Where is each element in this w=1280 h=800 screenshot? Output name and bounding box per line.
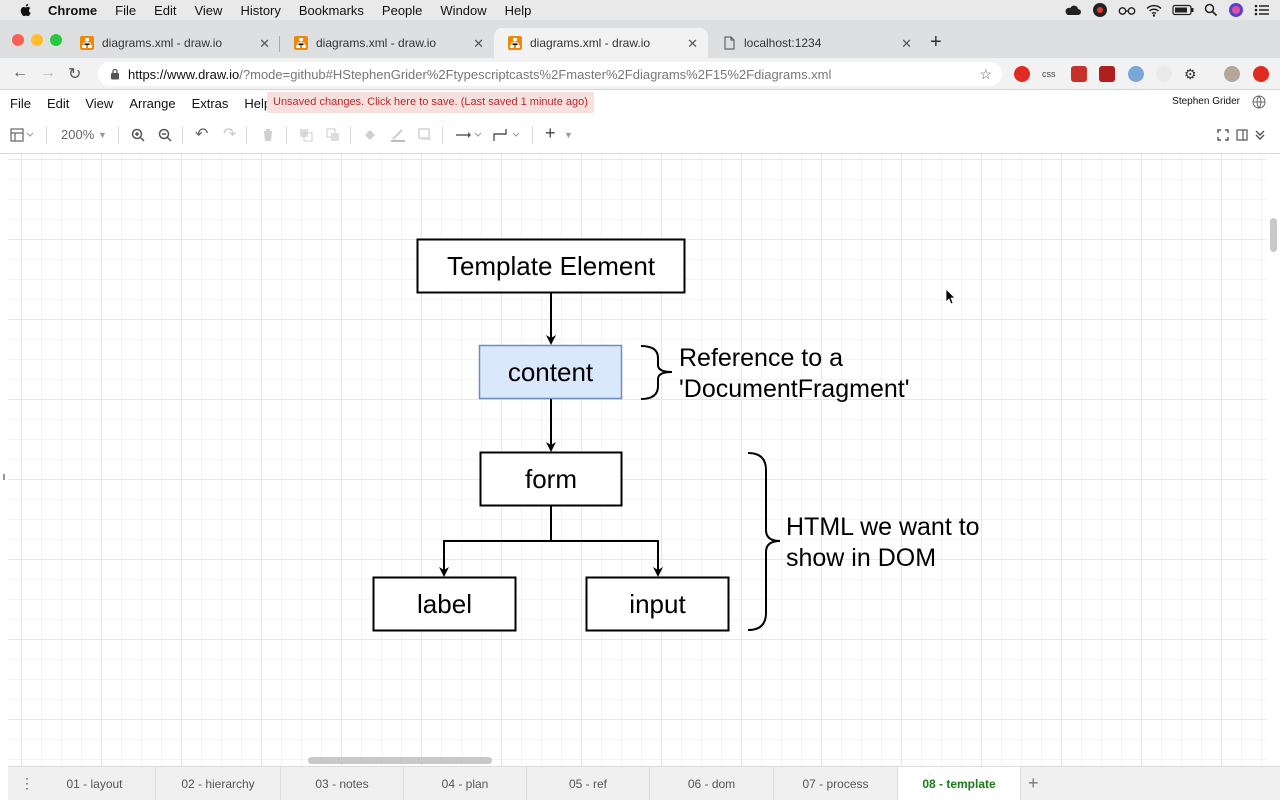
add-page-plus-icon[interactable]: + xyxy=(1028,773,1039,794)
curly-brace-html[interactable] xyxy=(747,452,781,631)
reference-note-line-1: Reference to a xyxy=(679,344,843,372)
page-tabs-bar: ⋮ 01 - layout 02 - hierarchy 03 - notes … xyxy=(8,766,1280,800)
label-node-label: label xyxy=(417,589,472,619)
reference-note-line-2: 'DocumentFragment' xyxy=(679,375,910,403)
pages-menu-icon[interactable]: ⋮ xyxy=(20,775,34,792)
connector-form-label[interactable] xyxy=(439,506,552,577)
html-note-line-2: show in DOM xyxy=(786,544,937,572)
content-label: content xyxy=(507,357,594,387)
html-note-line-1: HTML we want to xyxy=(786,513,980,541)
diagram-shapes xyxy=(372,238,956,632)
page-tab-01[interactable]: 01 - layout xyxy=(34,767,156,800)
page-tab-02[interactable]: 02 - hierarchy xyxy=(156,767,281,800)
page-tab-04[interactable]: 04 - plan xyxy=(404,767,527,800)
page-tab-05[interactable]: 05 - ref xyxy=(527,767,650,800)
reference-note[interactable]: Reference to a 'DocumentFragment' xyxy=(679,343,909,405)
page-tab-07[interactable]: 07 - process xyxy=(774,767,898,800)
curly-brace-reference[interactable] xyxy=(640,345,673,400)
mouse-cursor-icon xyxy=(945,288,956,305)
html-note[interactable]: HTML we want to show in DOM xyxy=(786,512,980,574)
input-node-label: input xyxy=(629,589,686,619)
template-element-label: Template Element xyxy=(446,251,656,281)
page-tab-08-active[interactable]: 08 - template xyxy=(898,767,1021,800)
page-tab-03[interactable]: 03 - notes xyxy=(281,767,404,800)
form-label: form xyxy=(525,464,577,494)
connector-form-input[interactable] xyxy=(551,540,663,577)
page-tab-06[interactable]: 06 - dom xyxy=(650,767,774,800)
